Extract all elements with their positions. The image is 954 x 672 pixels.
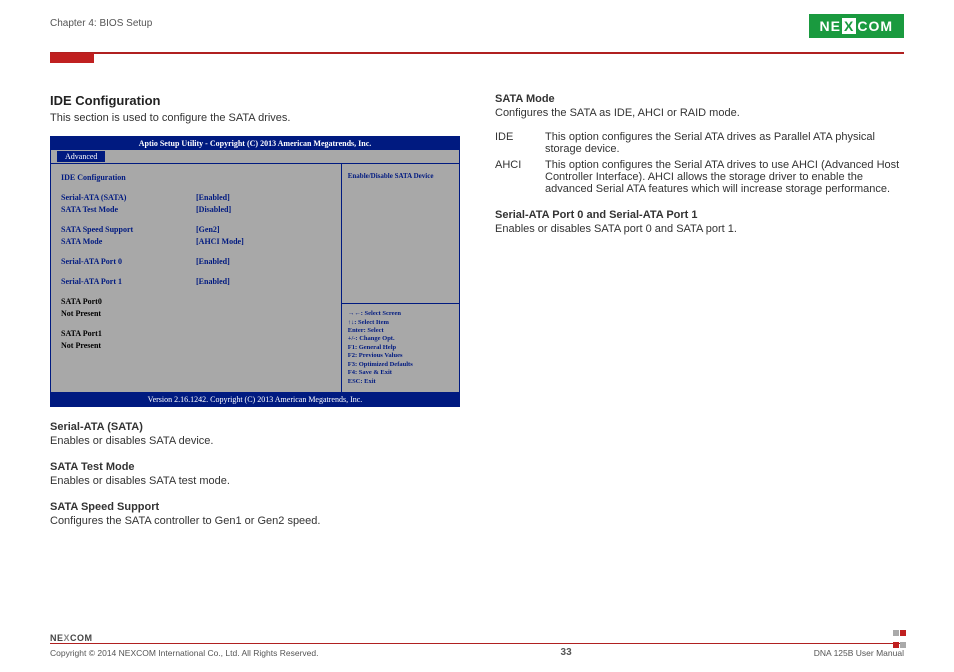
desc-sata-mode: SATA Mode Configures the SATA as IDE, AH… bbox=[495, 93, 904, 119]
bios-key-legend: →←: Select Screen ↑↓: Select Item Enter:… bbox=[342, 303, 459, 392]
bios-help-text: Enable/Disable SATA Device bbox=[342, 164, 459, 303]
desc-sata-ports: Serial-ATA Port 0 and Serial-ATA Port 1 … bbox=[495, 209, 904, 235]
bios-screenshot: Aptio Setup Utility - Copyright (C) 2013… bbox=[50, 136, 460, 407]
footer-doc-title: DNA 125B User Manual bbox=[814, 648, 904, 658]
section-intro: This section is used to configure the SA… bbox=[50, 112, 460, 124]
opt-ide: IDE This option configures the Serial AT… bbox=[495, 131, 904, 155]
footer-brand: NEXCOM bbox=[50, 633, 904, 643]
brand-logo: NEXCOM bbox=[809, 14, 904, 38]
desc-sata-test-mode: SATA Test Mode Enables or disables SATA … bbox=[50, 461, 460, 487]
bios-footer-bar: Version 2.16.1242. Copyright (C) 2013 Am… bbox=[51, 393, 459, 406]
footer-copyright: Copyright © 2014 NEXCOM International Co… bbox=[50, 648, 318, 658]
footer-rule bbox=[50, 643, 904, 644]
bios-settings-pane: IDE Configuration Serial-ATA (SATA)[Enab… bbox=[51, 164, 341, 392]
chapter-label: Chapter 4: BIOS Setup bbox=[50, 18, 904, 29]
desc-sata-speed: SATA Speed Support Configures the SATA c… bbox=[50, 501, 460, 527]
red-tab bbox=[50, 53, 94, 63]
desc-serial-ata: Serial-ATA (SATA) Enables or disables SA… bbox=[50, 421, 460, 447]
section-title: IDE Configuration bbox=[50, 93, 460, 108]
bios-title-bar: Aptio Setup Utility - Copyright (C) 2013… bbox=[51, 137, 459, 150]
footer-squares-icon bbox=[892, 627, 906, 651]
opt-ahci: AHCI This option configures the Serial A… bbox=[495, 159, 904, 195]
page-number: 33 bbox=[561, 647, 572, 658]
header-rule bbox=[50, 52, 904, 54]
bios-tab-bar: Advanced bbox=[51, 150, 459, 163]
